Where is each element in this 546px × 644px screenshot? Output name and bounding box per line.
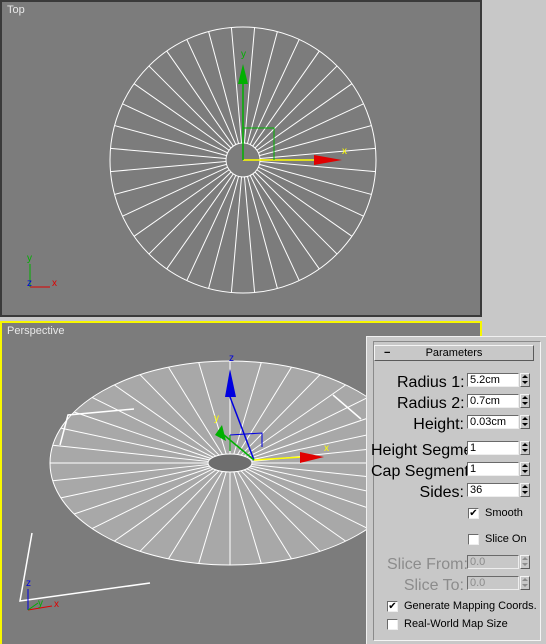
radius1-label: Radius 1: <box>397 374 465 391</box>
top-viewport-label[interactable]: Top <box>7 4 25 16</box>
world-x-label: x <box>52 278 57 289</box>
top-viewport-canvas[interactable]: x y x y z <box>2 2 480 315</box>
disk-segment <box>208 176 240 289</box>
height-segments-spinner[interactable] <box>520 441 530 455</box>
world-z-label: z <box>26 578 31 589</box>
disk-segment <box>230 27 243 144</box>
slice-on-label[interactable]: Slice On <box>485 533 527 546</box>
disk-segment <box>246 31 278 144</box>
radius1-field[interactable]: 5.2cm <box>467 373 519 387</box>
generate-mapping-coords-label[interactable]: Generate Mapping Coords. <box>404 600 537 613</box>
gizmo-y-label: y <box>214 413 219 424</box>
cap-segments-field[interactable]: 1 <box>467 462 519 476</box>
height-label: Height: <box>413 416 464 433</box>
gizmo-x-arrow <box>314 155 342 165</box>
disk-segment <box>114 125 227 157</box>
cap-segments-label: Cap Segments: <box>371 463 482 480</box>
disk-segment <box>259 163 372 195</box>
disk-segment <box>243 27 256 144</box>
disk-segment <box>259 125 372 157</box>
slice-to-spinner[interactable] <box>520 576 530 590</box>
smooth-checkbox[interactable]: ✔ <box>468 508 479 519</box>
world-z-label: z <box>27 278 32 289</box>
radius2-field[interactable]: 0.7cm <box>467 394 519 408</box>
disk-segment <box>166 173 234 270</box>
gizmo-z-label: z <box>229 353 234 364</box>
height-segments-label: Height Segments: <box>371 442 499 459</box>
slice-from-field[interactable]: 0.0 <box>467 555 519 569</box>
disk-segment <box>230 176 243 293</box>
disk-segment <box>252 173 320 270</box>
world-y-label: y <box>38 598 43 609</box>
disk-segment <box>166 50 234 147</box>
real-world-map-size-label[interactable]: Real-World Map Size <box>404 618 508 631</box>
height-field[interactable]: 0.03cm <box>467 415 519 429</box>
slice-from-spinner[interactable] <box>520 555 530 569</box>
top-viewport[interactable]: x y x y z Top <box>0 0 482 317</box>
world-x-label: x <box>54 599 59 610</box>
disk-segment <box>208 31 240 144</box>
sides-field[interactable]: 36 <box>467 483 519 497</box>
perspective-viewport-label[interactable]: Perspective <box>7 325 64 337</box>
disk-segment <box>252 50 320 147</box>
slice-to-label: Slice To: <box>403 577 464 594</box>
sides-spinner[interactable] <box>520 483 530 497</box>
slice-on-checkbox[interactable] <box>468 534 479 545</box>
gizmo-x-label: x <box>324 443 329 454</box>
gizmo-x-label: x <box>342 146 347 157</box>
radius2-spinner[interactable] <box>520 394 530 408</box>
disk-inner-edge <box>207 453 253 473</box>
command-panel: − Parameters Radius 1: 5.2cm Radius 2: 0… <box>366 336 546 644</box>
smooth-label[interactable]: Smooth <box>485 507 523 520</box>
disk-segment <box>114 163 227 195</box>
radius2-label: Radius 2: <box>397 395 465 412</box>
cap-segments-spinner[interactable] <box>520 462 530 476</box>
world-y-label: y <box>27 253 32 264</box>
disk-segment <box>110 147 227 160</box>
gizmo-y-label: y <box>241 49 246 60</box>
parameters-rollout-header[interactable]: − Parameters <box>374 345 534 361</box>
height-spinner[interactable] <box>520 415 530 429</box>
sides-label: Sides: <box>419 484 464 501</box>
gizmo-y-arrow <box>238 64 248 84</box>
disk-segment <box>133 169 230 237</box>
rollout-title: Parameters <box>425 347 483 359</box>
disk-segment <box>246 176 278 289</box>
disk-segment <box>110 160 227 173</box>
disk-segment <box>256 169 353 237</box>
real-world-map-size-checkbox[interactable] <box>387 619 398 630</box>
height-segments-field[interactable]: 1 <box>467 441 519 455</box>
disk-segment <box>256 83 353 151</box>
slice-from-label: Slice From: <box>387 556 468 573</box>
disk-segment <box>243 176 256 293</box>
generate-mapping-coords-checkbox[interactable]: ✔ <box>387 601 398 612</box>
radius1-spinner[interactable] <box>520 373 530 387</box>
slice-to-field[interactable]: 0.0 <box>467 576 519 590</box>
disk-segment <box>133 83 230 151</box>
